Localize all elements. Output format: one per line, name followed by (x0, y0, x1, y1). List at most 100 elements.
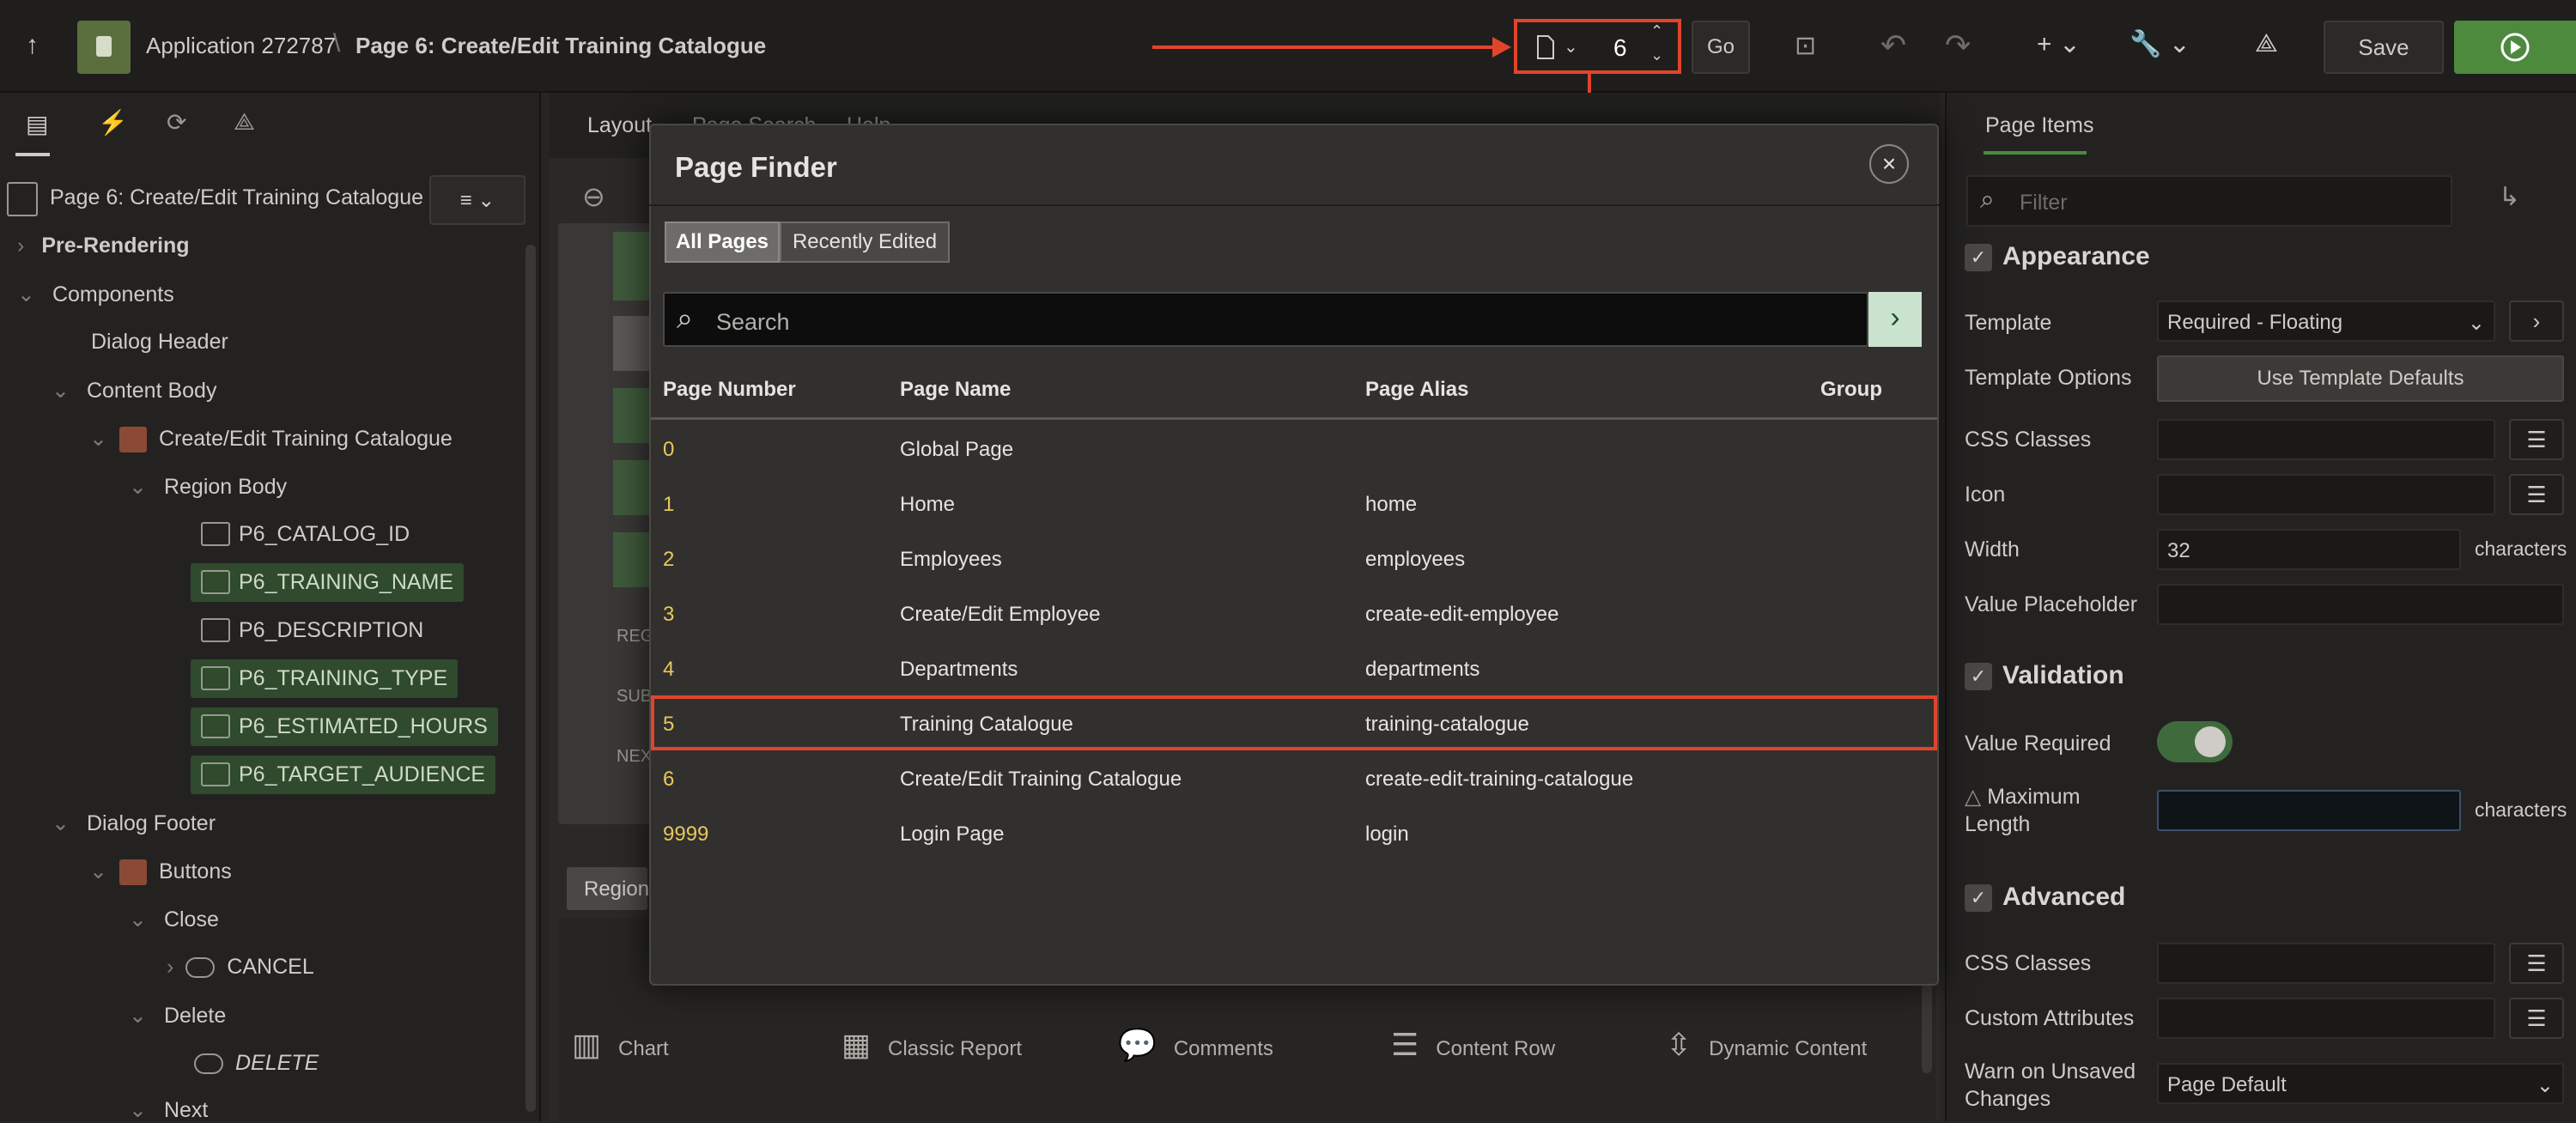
table-row-highlighted[interactable]: 5 Training Catalogue training-catalogue (651, 695, 1937, 750)
value-required-toggle[interactable] (2157, 721, 2233, 762)
tree-node[interactable]: ⌄ Buttons (89, 859, 232, 886)
column-header-group[interactable]: Group (1820, 378, 1882, 402)
application-icon[interactable] (77, 21, 131, 74)
utilities-menu-icon[interactable]: 🔧 ⌄ (2129, 29, 2190, 59)
width-input[interactable]: 32 (2157, 529, 2461, 570)
shared-components-icon[interactable]: ⟁ (2255, 29, 2278, 58)
gallery-item[interactable]: ▦ Classic Report (841, 1027, 1022, 1063)
filter-input[interactable]: ⌕ Filter (1966, 175, 2452, 227)
increment-icon[interactable]: ⌃ (1650, 22, 1663, 40)
gallery-item[interactable]: ☰ Content Row (1391, 1027, 1555, 1063)
tree-node[interactable]: ⌄ Close (129, 907, 219, 932)
value-placeholder-input[interactable] (2157, 584, 2564, 625)
tab-layout[interactable]: Layout (587, 113, 652, 138)
list-icon[interactable]: ☰ (2509, 998, 2564, 1039)
template-detail-button[interactable]: › (2509, 300, 2564, 342)
gallery-item[interactable]: ▥ Chart (572, 1027, 669, 1063)
close-icon[interactable]: × (1869, 144, 1909, 184)
table-row[interactable]: 6 Create/Edit Training Catalogue create-ed… (651, 750, 1937, 805)
chevron-down-icon[interactable]: ⌄ (1564, 36, 1578, 58)
dynamic-actions-tab-icon[interactable]: ⚡ (98, 108, 128, 137)
tree-menu-button[interactable]: ≡ ⌄ (429, 175, 526, 225)
section-advanced[interactable]: Advanced (2002, 883, 2125, 912)
scrollbar[interactable] (526, 245, 536, 1112)
collapse-icon[interactable]: ✓ (1965, 663, 1992, 690)
search-button[interactable]: › (1868, 292, 1922, 347)
select-list-icon (201, 762, 230, 786)
page-node-label[interactable]: Page 6: Create/Edit Training Catalogue (50, 185, 423, 210)
list-icon[interactable]: ☰ (2509, 474, 2564, 515)
page-number-input[interactable]: 6 (1613, 34, 1627, 62)
tree-item[interactable]: P6_TRAINING_NAME (191, 563, 465, 602)
create-menu-icon[interactable]: + ⌄ (2037, 29, 2081, 59)
tree-node[interactable]: ⌄ Create/Edit Training Catalogue (89, 426, 453, 453)
tree-node[interactable]: › Pre-Rendering (17, 234, 190, 258)
tree-node[interactable]: ⌄ Components (17, 282, 174, 307)
save-button[interactable]: Save (2324, 21, 2444, 74)
tab-recently-edited[interactable]: Recently Edited (780, 222, 950, 263)
table-row[interactable]: 1 Home home (651, 476, 1937, 531)
lock-icon[interactable]: ⊡ (1795, 31, 1816, 61)
tab-page-items[interactable]: Page Items (1985, 113, 2093, 138)
redo-icon[interactable]: ↷ (1945, 27, 1971, 64)
table-row[interactable]: 3 Create/Edit Employee create-edit-employe… (651, 586, 1937, 640)
tree-item[interactable]: P6_DESCRIPTION (191, 611, 434, 650)
tree-node[interactable]: Dialog Header (91, 330, 228, 355)
tree-node[interactable]: ⌄ Dialog Footer (52, 810, 216, 836)
tree-item[interactable]: P6_TARGET_AUDIENCE (191, 756, 496, 794)
layout-item[interactable] (613, 232, 651, 300)
layout-item[interactable] (613, 316, 651, 371)
column-header-page-alias[interactable]: Page Alias (1365, 378, 1469, 402)
section-appearance[interactable]: Appearance (2002, 242, 2150, 271)
custom-attributes-input[interactable] (2157, 998, 2495, 1039)
icon-input[interactable] (2157, 474, 2495, 515)
tab-all-pages[interactable]: All Pages (665, 222, 780, 263)
tree-node[interactable]: ⌄ Content Body (52, 378, 216, 404)
tree-item[interactable]: P6_ESTIMATED_HOURS (191, 707, 498, 746)
search-input[interactable]: ⌕ Search (663, 292, 1868, 347)
tree-item[interactable]: P6_TRAINING_TYPE (191, 659, 459, 698)
shared-components-tab-icon[interactable]: ⟁ (234, 108, 255, 137)
processing-tab-icon[interactable]: ⟳ (167, 108, 186, 137)
css-classes-input[interactable] (2157, 419, 2495, 460)
section-validation[interactable]: Validation (2002, 661, 2124, 690)
list-icon[interactable]: ☰ (2509, 943, 2564, 984)
collapse-icon[interactable]: ✓ (1965, 244, 1992, 271)
zoom-out-icon[interactable]: ⊖ (582, 180, 605, 213)
collapse-icon[interactable]: ✓ (1965, 884, 1992, 912)
go-button[interactable]: Go (1692, 21, 1750, 74)
undo-icon[interactable]: ↶ (1880, 27, 1906, 64)
go-to-group-icon[interactable]: ↳ (2499, 182, 2520, 212)
tree-node[interactable]: ⌄ Region Body (129, 474, 287, 500)
tree-item[interactable]: P6_CATALOG_ID (191, 515, 420, 554)
tree-node[interactable]: ⌄ Next (129, 1097, 208, 1123)
column-header-page-number[interactable]: Page Number (663, 378, 796, 402)
column-header-page-name[interactable]: Page Name (900, 378, 1011, 402)
list-icon[interactable]: ☰ (2509, 419, 2564, 460)
tree-node[interactable]: › CANCEL (167, 955, 314, 980)
table-row[interactable]: 2 Employees employees (651, 531, 1937, 586)
gallery-tab-regions[interactable]: Region (567, 867, 649, 910)
gallery-item[interactable]: ⇳ Dynamic Content (1666, 1027, 1867, 1063)
layout-item[interactable] (613, 532, 651, 587)
table-row[interactable]: 4 Departments departments (651, 640, 1937, 695)
decrement-icon[interactable]: ⌄ (1650, 46, 1663, 64)
run-page-button[interactable] (2454, 21, 2576, 74)
toggle-knob (2195, 726, 2226, 757)
up-arrow-icon[interactable]: ↑ (26, 31, 39, 60)
layout-item[interactable] (613, 388, 651, 443)
page-selector[interactable]: ⌄ 6 ⌃ ⌄ (1514, 19, 1681, 74)
maximum-length-input[interactable] (2157, 790, 2461, 831)
tree-node[interactable]: ⌄ Delete (129, 1003, 226, 1029)
layout-item[interactable] (613, 460, 651, 515)
use-template-defaults-button[interactable]: Use Template Defaults (2157, 355, 2564, 402)
application-link[interactable]: Application 272787 (146, 33, 336, 59)
table-row[interactable]: 9999 Login Page login (651, 805, 1937, 860)
warn-unsaved-select[interactable]: Page Default ⌄ (2157, 1063, 2564, 1104)
template-select[interactable]: Required - Floating ⌄ (2157, 300, 2495, 342)
advanced-css-classes-input[interactable] (2157, 943, 2495, 984)
tree-node[interactable]: DELETE (194, 1051, 319, 1076)
table-row[interactable]: 0 Global Page (651, 421, 1937, 476)
gallery-item[interactable]: 💬 Comments (1118, 1027, 1273, 1063)
rendering-tab-icon[interactable]: ▤ (26, 110, 48, 138)
